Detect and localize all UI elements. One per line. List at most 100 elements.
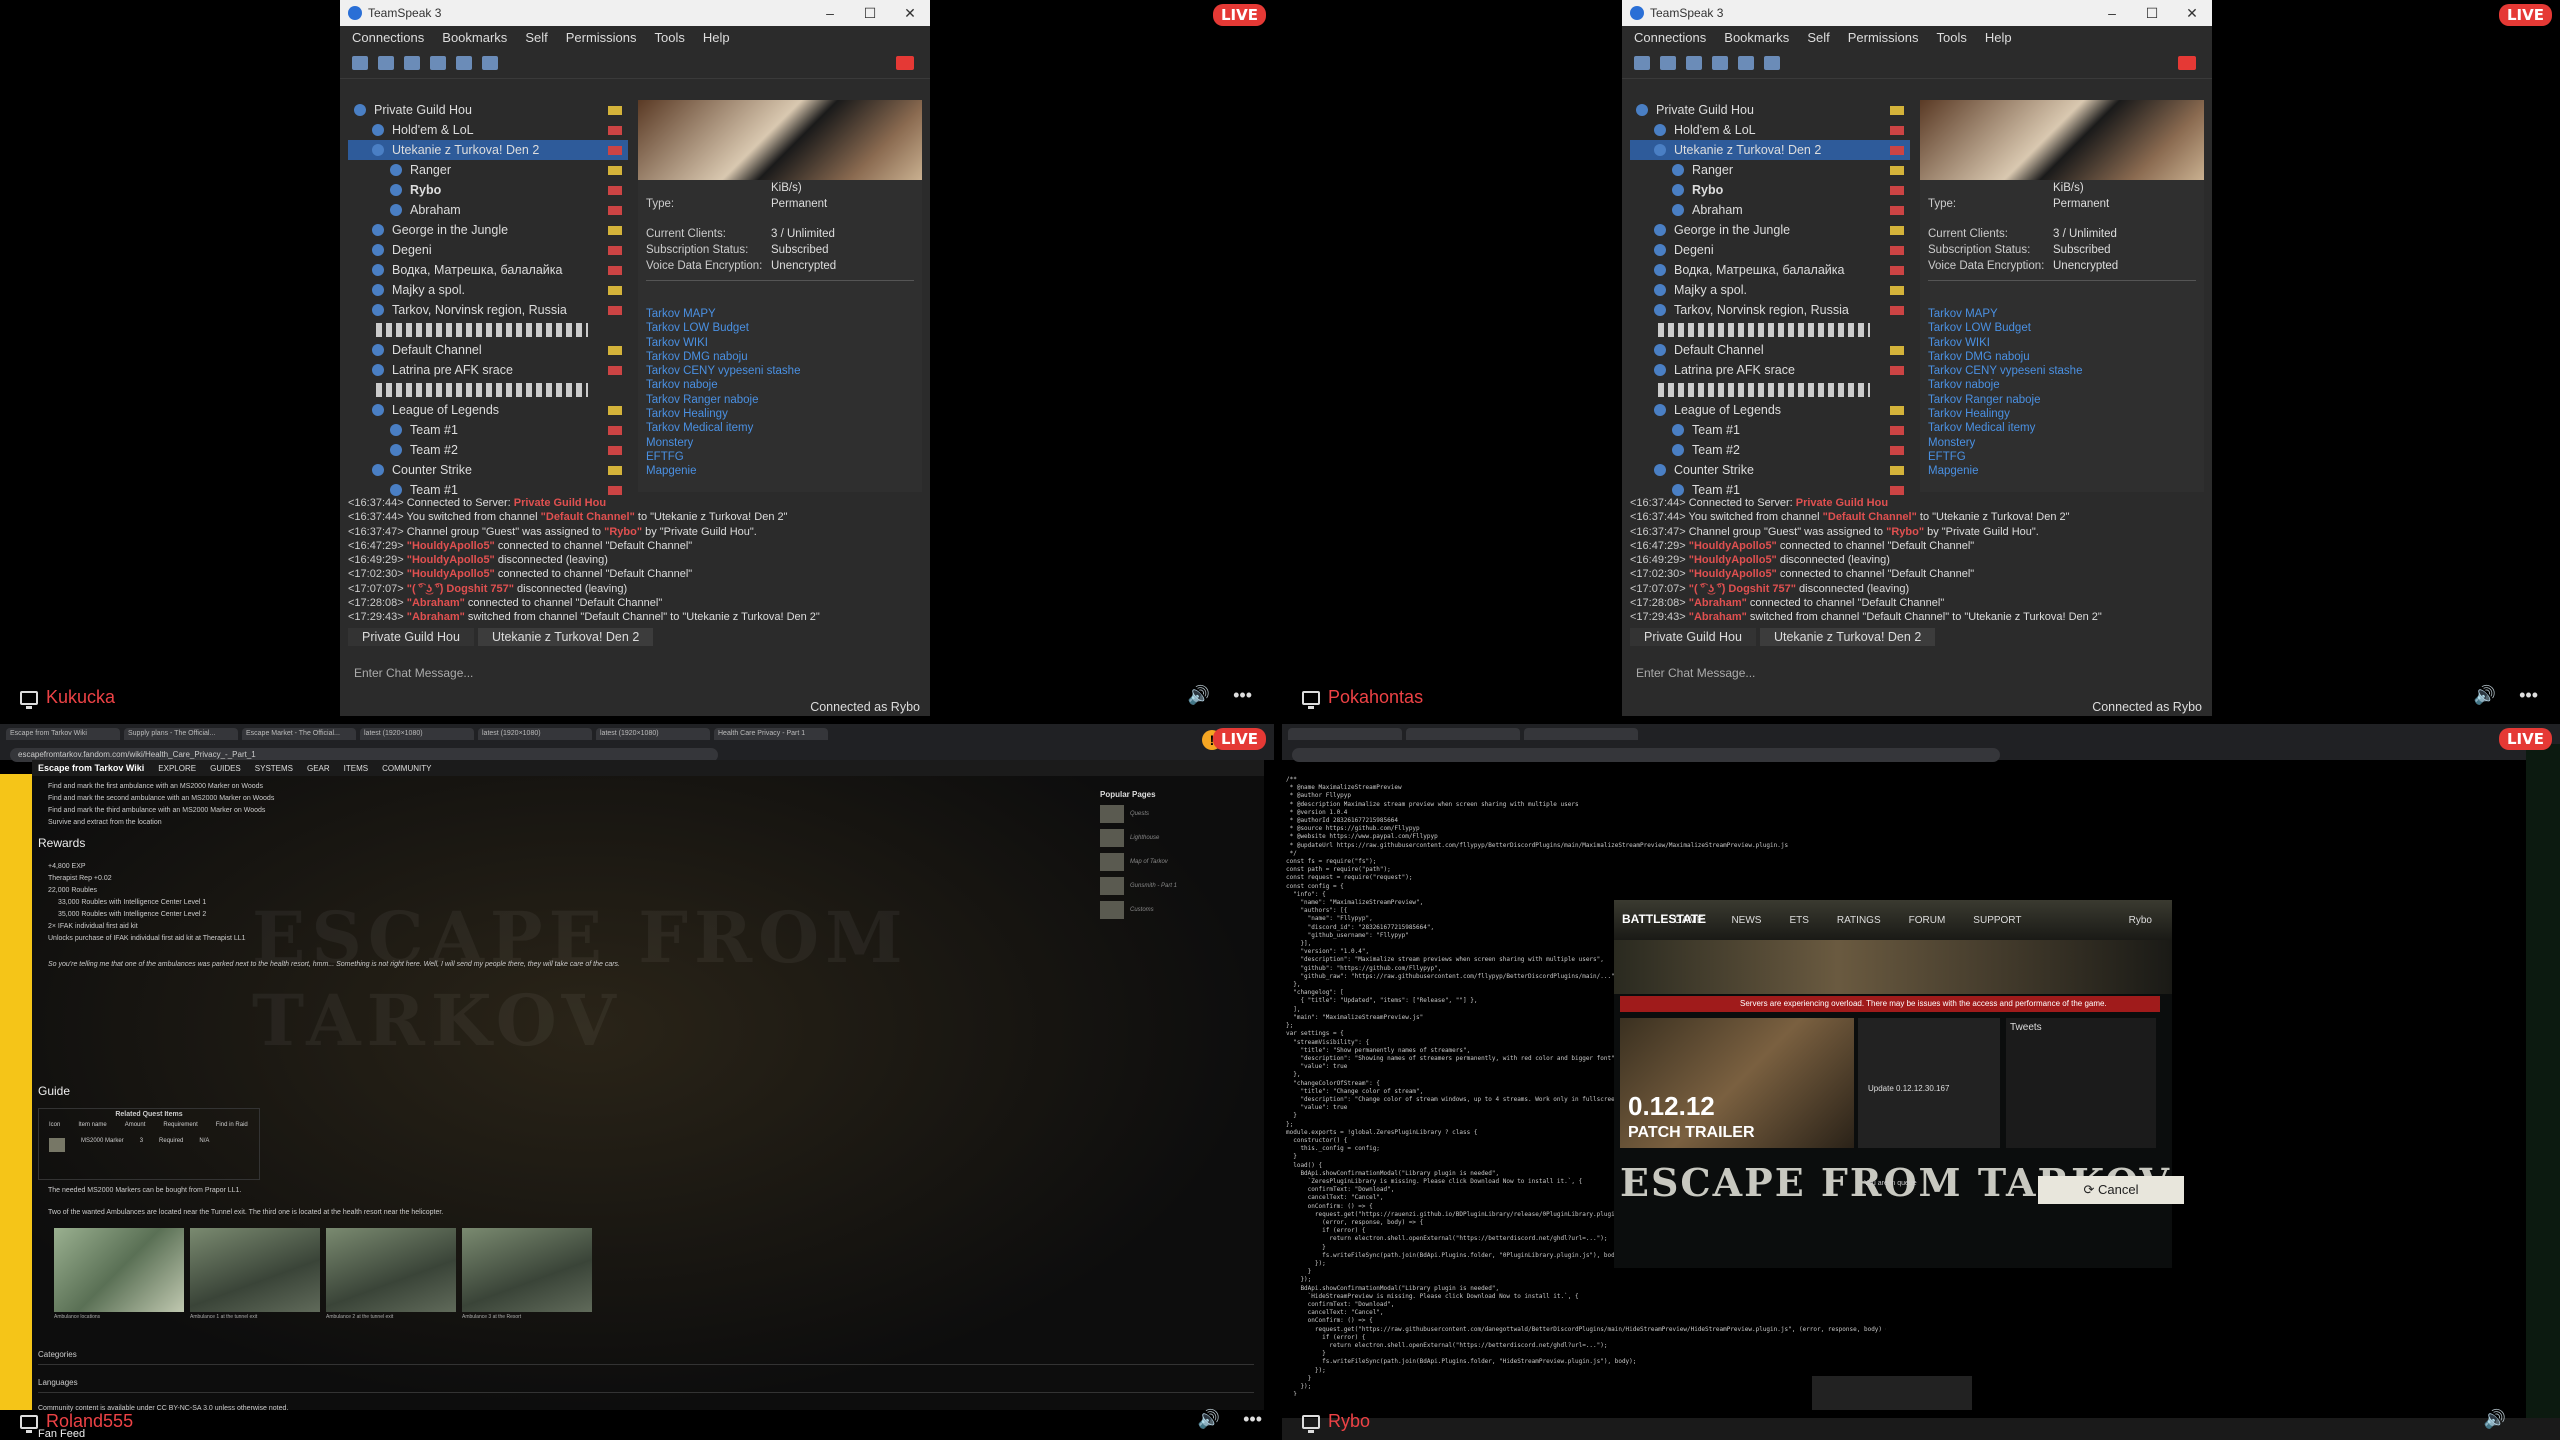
more-options-icon[interactable]: ••• — [1243, 1409, 1262, 1430]
channel-link[interactable]: Monstery — [646, 436, 914, 450]
client-item[interactable]: Team #2 — [1630, 440, 1910, 460]
menu-help[interactable]: Help — [703, 30, 730, 45]
maximize-button[interactable]: ☐ — [2132, 5, 2172, 22]
more-options-icon[interactable]: ••• — [2519, 685, 2538, 706]
browser-tab[interactable]: Supply plans - The Official... — [124, 728, 238, 740]
tab-server[interactable]: Private Guild Hou — [348, 628, 474, 646]
client-item[interactable]: Team #1 — [348, 420, 628, 440]
disconnect-icon[interactable] — [378, 56, 394, 70]
patch-trailer-card[interactable]: 0.12.12 PATCH TRAILER — [1620, 1018, 1854, 1148]
channel-item[interactable]: George in the Jungle — [1630, 220, 1910, 240]
channel-item[interactable]: Counter Strike — [1630, 460, 1910, 480]
channel-item[interactable]: Водка, Матрешка, балалайка — [348, 260, 628, 280]
record-icon[interactable] — [2178, 56, 2196, 70]
mute-speakers-icon[interactable] — [430, 56, 446, 70]
volume-icon[interactable]: 🔊 — [2484, 1409, 2506, 1430]
browser-tab[interactable] — [1524, 728, 1638, 740]
channel-item[interactable]: Counter Strike — [348, 460, 628, 480]
close-button[interactable]: ✕ — [890, 5, 930, 22]
channel-item[interactable]: Utekanie z Turkova! Den 2 — [348, 140, 628, 160]
minimize-button[interactable]: – — [810, 5, 850, 22]
popular-page-item[interactable]: Map of Tarkov — [1100, 853, 1250, 871]
channel-link[interactable]: Tarkov WIKI — [1928, 336, 2196, 350]
stream-tile-kukucka[interactable]: TeamSpeak 3 – ☐ ✕ Connections Bookmarks Se… — [0, 0, 1274, 716]
minimize-button[interactable]: – — [2092, 5, 2132, 22]
volume-icon[interactable]: 🔊 — [1188, 685, 1210, 706]
volume-icon[interactable]: 🔊 — [1198, 1409, 1220, 1430]
channel-item[interactable]: Default Channel — [1630, 340, 1910, 360]
client-item[interactable]: Rybo — [348, 180, 628, 200]
client-item[interactable]: Abraham — [348, 200, 628, 220]
menu-bookmarks[interactable]: Bookmarks — [1724, 30, 1789, 45]
popular-page-item[interactable]: Gunsmith - Part 1 — [1100, 877, 1250, 895]
menu-bookmarks[interactable]: Bookmarks — [442, 30, 507, 45]
channel-item[interactable]: Majky a spol. — [348, 280, 628, 300]
gallery-image[interactable] — [54, 1228, 184, 1312]
channel-item[interactable]: Tarkov, Norvinsk region, Russia — [348, 300, 628, 320]
menu-self[interactable]: Self — [525, 30, 547, 45]
languages-dropdown[interactable]: Languages — [38, 1378, 1254, 1393]
channel-link[interactable]: Tarkov Healingy — [646, 407, 914, 421]
nav-explore[interactable]: EXPLORE — [158, 764, 196, 773]
channel-link[interactable]: Tarkov DMG naboju — [646, 350, 914, 364]
volume-icon[interactable]: 🔊 — [2474, 685, 2496, 706]
stream-tile-rybo[interactable]: /** * @name MaximalizeStreamPreview * @a… — [1282, 724, 2560, 1440]
channel-link[interactable]: Tarkov Healingy — [1928, 407, 2196, 421]
channel-link[interactable]: Tarkov naboje — [646, 378, 914, 392]
channel-item[interactable]: Hold'em & LoL — [348, 120, 628, 140]
nav-ratings[interactable]: RATINGS — [1837, 915, 1881, 926]
nav-ets[interactable]: ETS — [1789, 915, 1808, 926]
channel-item[interactable]: Degeni — [348, 240, 628, 260]
channel-link[interactable]: EFTFG — [646, 450, 914, 464]
channel-item[interactable]: Utekanie z Turkova! Den 2 — [1630, 140, 1910, 160]
client-item[interactable]: Team #1 — [1630, 420, 1910, 440]
browser-tab[interactable]: Escape from Tarkov Wiki — [6, 728, 120, 740]
client-item[interactable]: Ranger — [348, 160, 628, 180]
contacts-icon[interactable] — [482, 56, 498, 70]
channel-link[interactable]: Tarkov MAPY — [646, 307, 914, 321]
channel-link[interactable]: Tarkov naboje — [1928, 378, 2196, 392]
channel-item[interactable]: League of Legends — [1630, 400, 1910, 420]
stream-tile-roland[interactable]: Escape from Tarkov Wiki Supply plans - T… — [0, 724, 1274, 1440]
channel-item[interactable]: Водка, Матрешка, балалайка — [1630, 260, 1910, 280]
connect-icon[interactable] — [1634, 56, 1650, 70]
popular-page-item[interactable]: Quests — [1100, 805, 1250, 823]
channel-item[interactable]: Majky a spol. — [1630, 280, 1910, 300]
nav-support[interactable]: SUPPORT — [1973, 915, 2021, 926]
nav-systems[interactable]: SYSTEMS — [255, 764, 293, 773]
channel-link[interactable]: Tarkov CENY vypeseni stashe — [646, 364, 914, 378]
mute-speakers-icon[interactable] — [1712, 56, 1728, 70]
disconnect-icon[interactable] — [1660, 56, 1676, 70]
client-item[interactable]: Abraham — [1630, 200, 1910, 220]
channel-item[interactable]: Private Guild Hou — [1630, 100, 1910, 120]
close-button[interactable]: ✕ — [2172, 5, 2212, 22]
launcher-username[interactable]: Rybo — [2129, 915, 2152, 926]
mute-mic-icon[interactable] — [404, 56, 420, 70]
menu-permissions[interactable]: Permissions — [1848, 30, 1919, 45]
menu-self[interactable]: Self — [1807, 30, 1829, 45]
popular-page-item[interactable]: Customs — [1100, 901, 1250, 919]
channel-item[interactable]: George in the Jungle — [348, 220, 628, 240]
cancel-button[interactable]: ⟳ Cancel — [2038, 1176, 2184, 1204]
channel-item[interactable]: League of Legends — [348, 400, 628, 420]
update-card[interactable]: Update 0.12.12.30.167 — [1858, 1018, 2000, 1148]
menu-connections[interactable]: Connections — [352, 30, 424, 45]
mute-mic-icon[interactable] — [1686, 56, 1702, 70]
gallery-image[interactable] — [462, 1228, 592, 1312]
channel-item[interactable]: Latrina pre AFK srace — [348, 360, 628, 380]
channel-item[interactable]: Tarkov, Norvinsk region, Russia — [1630, 300, 1910, 320]
gallery-image[interactable] — [326, 1228, 456, 1312]
menu-tools[interactable]: Tools — [1937, 30, 1967, 45]
channel-link[interactable]: Tarkov Medical itemy — [646, 421, 914, 435]
client-item[interactable]: Rybo — [1630, 180, 1910, 200]
nav-forum[interactable]: FORUM — [1909, 915, 1946, 926]
browser-tab[interactable]: latest (1920×1080) — [478, 728, 592, 740]
menu-connections[interactable]: Connections — [1634, 30, 1706, 45]
chat-input[interactable]: Enter Chat Message... — [348, 662, 928, 684]
channel-link[interactable]: Tarkov Ranger naboje — [646, 393, 914, 407]
away-icon[interactable] — [1738, 56, 1754, 70]
client-item[interactable]: Ranger — [1630, 160, 1910, 180]
channel-link[interactable]: Monstery — [1928, 436, 2196, 450]
nav-gear[interactable]: GEAR — [307, 764, 330, 773]
menu-help[interactable]: Help — [1985, 30, 2012, 45]
